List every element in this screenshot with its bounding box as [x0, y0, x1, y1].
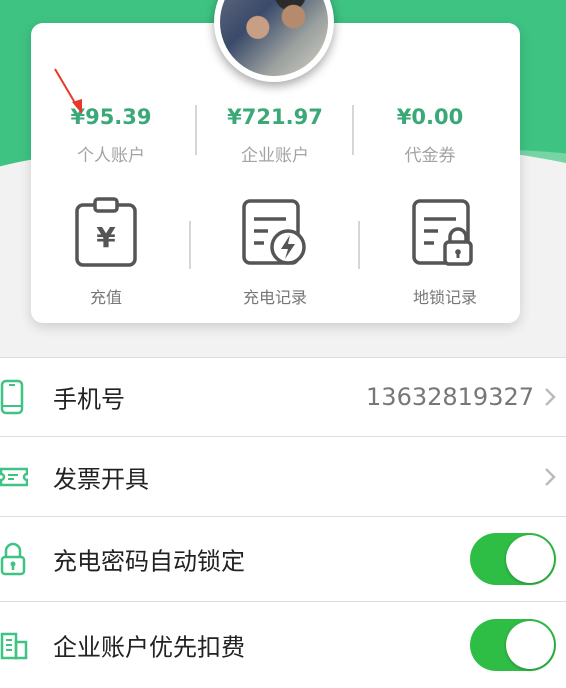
- recharge-label: 充值: [89, 288, 122, 307]
- action-divider: [358, 221, 360, 269]
- lock-record-icon: [412, 199, 473, 266]
- auto-lock-row: 充电密码自动锁定: [0, 516, 566, 601]
- toggle-knob: [506, 535, 554, 583]
- building-icon: [0, 632, 28, 660]
- invoice-row[interactable]: 发票开具: [0, 436, 566, 516]
- invoice-label: 发票开具: [53, 465, 149, 493]
- enterprise-account-label: 企业账户: [241, 146, 309, 166]
- svg-text:¥: ¥: [96, 221, 116, 254]
- voucher-label: 代金券: [404, 146, 456, 166]
- chevron-right-icon: [545, 467, 556, 486]
- ticket-icon: [0, 467, 28, 486]
- enterprise-priority-label: 企业账户优先扣费: [53, 633, 245, 662]
- auto-lock-toggle[interactable]: [470, 533, 556, 585]
- red-arrow-annotation: [54, 68, 82, 114]
- charging-record-label: 充电记录: [242, 288, 307, 307]
- enterprise-priority-toggle[interactable]: [470, 619, 556, 671]
- settings-list: 手机号 13632819327 发票开具 充电密码自动锁定 企业账户优先扣费: [0, 357, 566, 688]
- charging-record-button[interactable]: 充电记录: [200, 197, 350, 308]
- enterprise-account-amount: ¥721.97: [227, 105, 323, 129]
- charging-record-icon: [242, 199, 306, 265]
- action-divider: [189, 221, 191, 269]
- avatar-photo: [220, 0, 328, 76]
- personal-account-label: 个人账户: [77, 146, 145, 166]
- phone-icon: [0, 379, 24, 415]
- enterprise-account-stat[interactable]: ¥721.97 企业账户: [195, 105, 355, 166]
- auto-lock-label: 充电密码自动锁定: [53, 547, 245, 576]
- enterprise-priority-row: 企业账户优先扣费: [0, 601, 566, 688]
- recharge-clipboard-yen-icon: ¥: [75, 197, 137, 267]
- chevron-right-icon: [545, 388, 556, 406]
- voucher-amount: ¥0.00: [396, 105, 464, 129]
- lock-record-button[interactable]: 地锁记录: [370, 197, 520, 308]
- voucher-stat[interactable]: ¥0.00 代金券: [350, 105, 510, 166]
- phone-row[interactable]: 手机号 13632819327: [0, 357, 566, 436]
- lock-icon: [0, 542, 26, 576]
- toggle-knob: [506, 621, 554, 669]
- phone-label: 手机号: [53, 385, 125, 414]
- recharge-button[interactable]: ¥ 充值: [31, 197, 181, 308]
- lock-record-label: 地锁记录: [412, 288, 477, 307]
- phone-number: 13632819327: [366, 383, 534, 411]
